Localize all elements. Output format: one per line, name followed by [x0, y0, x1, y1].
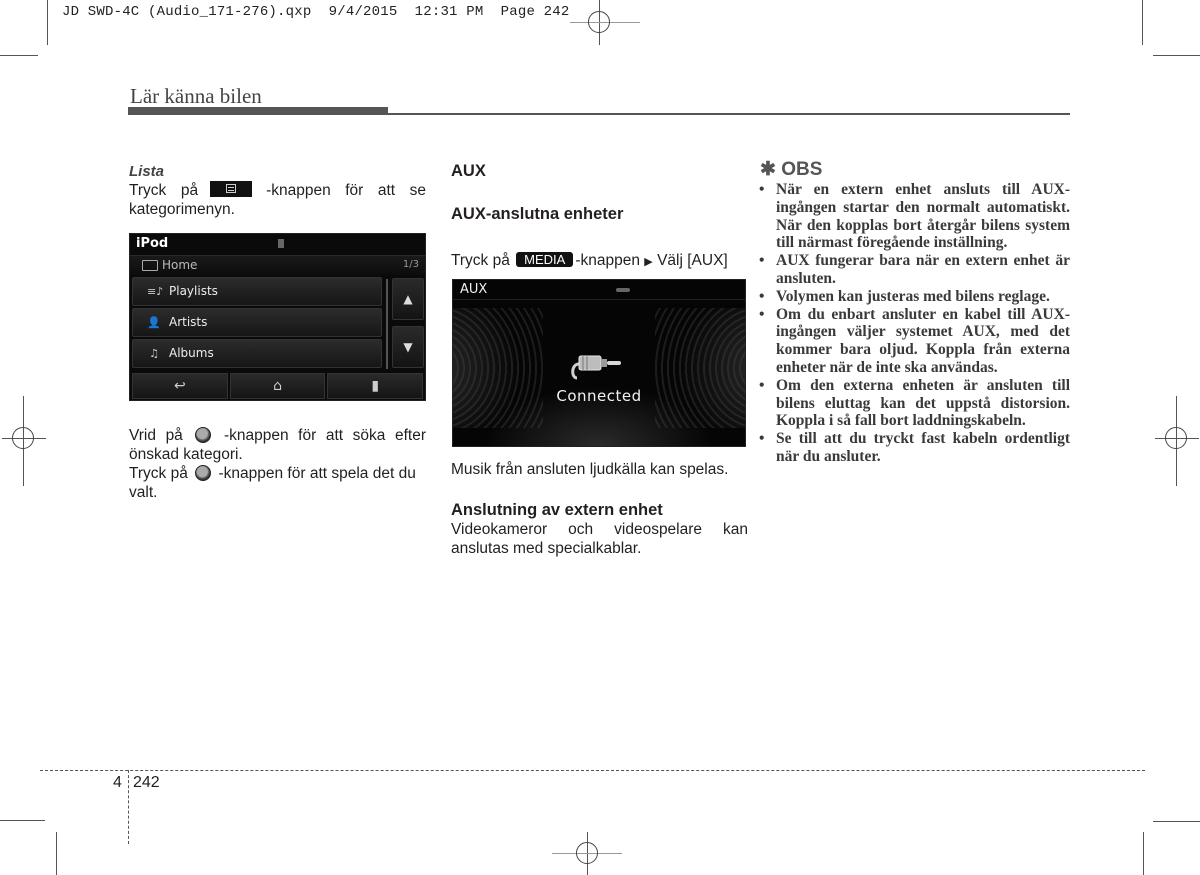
path-label: Home	[162, 258, 198, 272]
text: -knappen	[575, 252, 640, 269]
paragraph: Tryck på -knappen för att spela det du v…	[129, 464, 426, 502]
album-icon: ♫	[149, 347, 159, 360]
section-heading: AUX	[451, 162, 486, 180]
aux-cable-icon	[616, 288, 630, 292]
screen-title: AUX	[460, 282, 488, 297]
menu-item-label: Albums	[169, 346, 214, 360]
text: Tryck på	[129, 465, 188, 482]
crop-mark	[1153, 821, 1200, 822]
subsection-heading: AUX-anslutna enheter	[451, 205, 624, 223]
menu-item-artists[interactable]: 👤 Artists	[132, 308, 382, 337]
list-menu-icon	[210, 181, 253, 197]
footer-rule	[40, 770, 1145, 771]
triangle-right-icon: ▶	[644, 256, 653, 268]
column-lista: Lista Tryck på -knappen för att se katego…	[129, 162, 426, 219]
page-indicator: 1/3	[402, 259, 419, 270]
path-bar: Home 1/3	[130, 255, 425, 275]
triangle-down-icon: ▼	[403, 340, 413, 354]
scroll-up-button[interactable]: ▲	[392, 278, 424, 320]
knob-icon	[195, 465, 212, 481]
text: Välj [AUX]	[657, 252, 728, 269]
column-obs: ✱ OBS När en extern enhet ansluts till A…	[759, 160, 1070, 466]
media-button-badge: MEDIA	[516, 252, 574, 267]
back-button[interactable]: ↩	[132, 373, 228, 399]
column-aux-body: Musik från ansluten ljudkälla kan spelas…	[451, 460, 748, 558]
folder-icon	[142, 260, 158, 271]
print-slug: JD SWD-4C (Audio_171-276).qxp 9/4/2015 1…	[62, 4, 570, 20]
asterisk-icon: ✱	[760, 159, 776, 180]
column-aux: AUX AUX-anslutna enheter Tryck på MEDIA -…	[451, 162, 748, 272]
menu-item-albums[interactable]: ♫ Albums	[132, 339, 382, 368]
note-heading: ✱ OBS	[760, 160, 1070, 179]
status-icon	[278, 239, 284, 248]
ipod-screen: iPod Home 1/3 ≡♪ Playlists 👤 Artists ♫ A…	[129, 233, 426, 401]
playlist-icon: ≡♪	[147, 285, 164, 298]
menu-item-label: Artists	[169, 315, 208, 329]
note-item: Se till att du tryckt fast kabeln ordent…	[747, 430, 1070, 466]
section-heading: Lista	[129, 163, 165, 180]
note-item: När en extern enhet ansluts till AUX-ing…	[747, 181, 1070, 252]
chapter-number: 4	[113, 774, 122, 791]
scroll-down-button[interactable]: ▼	[392, 326, 424, 368]
paragraph: Tryck på -knappen för att se kategorimeny…	[129, 181, 426, 219]
text: Vrid på	[129, 427, 183, 444]
paragraph: Musik från ansluten ljudkälla kan spelas…	[451, 461, 729, 478]
home-icon: ⌂	[273, 378, 282, 394]
text: Tryck på	[129, 182, 199, 199]
note-item: Om den externa enheten är ansluten till …	[747, 377, 1070, 430]
paragraph: Vrid på -knappen för att söka efter önsk…	[129, 426, 426, 464]
subsection-heading: Anslutning av extern enhet	[451, 501, 663, 519]
crop-mark	[56, 832, 57, 875]
column-lista-instructions: Vrid på -knappen för att söka efter önsk…	[129, 426, 426, 502]
text: Tryck på	[451, 252, 510, 269]
home-button[interactable]: ⌂	[229, 373, 326, 399]
footer-divider	[128, 770, 129, 844]
artist-icon: 👤	[147, 316, 161, 329]
connection-status: Connected	[556, 387, 642, 405]
crop-mark	[1142, 0, 1143, 45]
folder-up-button[interactable]: ▮	[327, 373, 424, 399]
note-item: Om du enbart ansluter en kabel till AUX-…	[747, 306, 1070, 377]
running-head: Lär känna bilen	[130, 84, 262, 108]
aux-screen: AUX Connected	[452, 279, 746, 447]
crop-mark	[0, 820, 45, 821]
menu-item-label: Playlists	[169, 284, 218, 298]
note-heading-text: OBS	[781, 159, 823, 180]
knob-icon	[195, 427, 212, 443]
back-icon: ↩	[173, 378, 186, 394]
header-rule	[128, 107, 388, 115]
screen-title: iPod	[136, 236, 169, 251]
scrollbar[interactable]	[386, 279, 388, 369]
crop-mark	[1143, 832, 1144, 875]
folder-up-icon: ▮	[371, 378, 380, 394]
screen-header: AUX	[453, 280, 745, 300]
bottom-toolbar: ↩ ⌂ ▮	[130, 372, 425, 400]
aux-plug-icon	[571, 355, 621, 380]
triangle-up-icon: ▲	[403, 292, 413, 306]
crop-mark	[0, 55, 38, 56]
note-list: När en extern enhet ansluts till AUX-ing…	[747, 181, 1070, 466]
paragraph: Videokameror och videospelare kan anslut…	[451, 521, 748, 557]
note-item: Volymen kan justeras med bilens reglage.	[747, 288, 1070, 306]
crop-mark	[47, 0, 48, 45]
page-number: 242	[133, 774, 160, 791]
note-item: AUX fungerar bara när en extern enhet är…	[747, 252, 1070, 288]
header-rule	[388, 113, 1070, 115]
instruction: Tryck på MEDIA -knappen ▶ Välj [AUX]	[451, 251, 748, 272]
menu-item-playlists[interactable]: ≡♪ Playlists	[132, 277, 382, 306]
crop-mark	[1153, 55, 1200, 56]
